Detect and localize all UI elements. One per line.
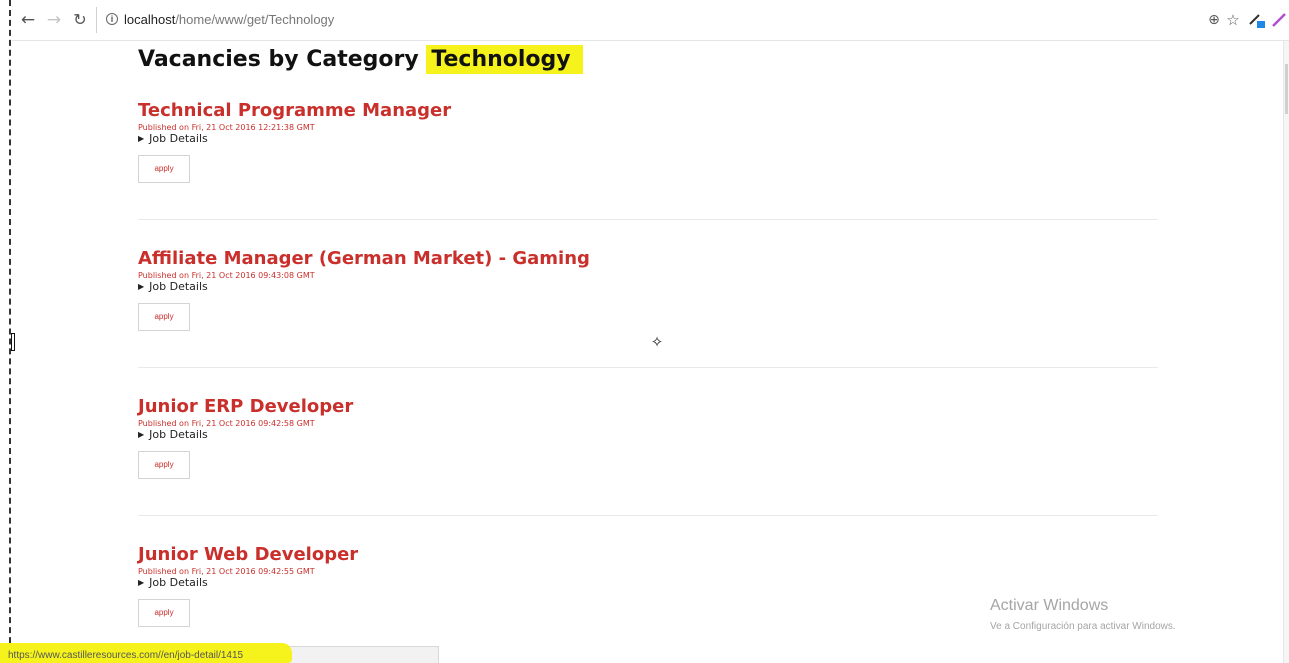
text-caret	[11, 333, 15, 351]
job-details-label: Job Details	[149, 280, 208, 293]
pen-icon-graphic	[1249, 14, 1265, 28]
url-host: localhost	[124, 12, 176, 27]
published-date: Published on Fri, 21 Oct 2016 12:21:38 G…	[138, 123, 315, 132]
brush-icon-graphic	[1272, 13, 1286, 27]
job-title-link[interactable]: Affiliate Manager (German Market) - Gami…	[138, 248, 1158, 270]
page-title-category: Technology	[426, 45, 583, 74]
vacancy-divider	[138, 515, 1158, 516]
move-cursor-icon: ✧	[650, 333, 664, 351]
scrollbar-track[interactable]	[1283, 41, 1289, 663]
published-date: Published on Fri, 21 Oct 2016 09:42:58 G…	[138, 419, 315, 428]
scrollbar-thumb[interactable]	[1285, 64, 1288, 114]
toolbar-divider	[12, 40, 1289, 41]
windows-activation-watermark: Activar Windows Ve a Configuración para …	[990, 596, 1176, 634]
job-details-toggle[interactable]: ▶ Job Details	[138, 429, 1158, 441]
back-arrow-icon[interactable]: ←	[18, 10, 38, 30]
apply-button[interactable]: apply	[138, 599, 190, 627]
selection-edge	[9, 0, 11, 663]
job-details-toggle[interactable]: ▶ Job Details	[138, 577, 1158, 589]
apply-button[interactable]: apply	[138, 451, 190, 479]
job-details-label: Job Details	[149, 576, 208, 589]
job-details-toggle[interactable]: ▶ Job Details	[138, 133, 1158, 145]
expand-triangle-icon: ▶	[138, 134, 145, 143]
job-title-link[interactable]: Junior Web Developer	[138, 544, 1158, 566]
job-details-label: Job Details	[149, 428, 208, 441]
browser-window: ← → ↻ i localhost/home/www/get/Technolog…	[0, 0, 1289, 663]
vacancy-item: Affiliate Manager (German Market) - Gami…	[138, 248, 1158, 331]
url-path: /home/www/get/Technology	[175, 12, 335, 27]
zoom-icon[interactable]: ⊕	[1206, 10, 1222, 30]
vacancy-divider	[138, 367, 1158, 368]
expand-triangle-icon: ▶	[138, 578, 145, 587]
watermark-title: Activar Windows	[990, 597, 1109, 614]
status-url: https://www.castilleresources.com//en/jo…	[8, 650, 244, 661]
apply-button[interactable]: apply	[138, 303, 190, 331]
watermark-subtitle: Ve a Configuración para activar Windows.	[990, 621, 1176, 632]
address-bar[interactable]: i localhost/home/www/get/Technology	[96, 7, 1203, 33]
reload-icon[interactable]: ↻	[70, 10, 90, 30]
vacancy-divider	[138, 219, 1158, 220]
vacancy-item: Junior ERP Developer Published on Fri, 2…	[138, 396, 1158, 479]
job-title-link[interactable]: Junior ERP Developer	[138, 396, 1158, 418]
vacancy-item: Technical Programme Manager Published on…	[138, 100, 1158, 183]
apply-button[interactable]: apply	[138, 155, 190, 183]
job-title-link[interactable]: Technical Programme Manager	[138, 100, 1158, 122]
published-date: Published on Fri, 21 Oct 2016 09:42:55 G…	[138, 567, 315, 576]
published-date: Published on Fri, 21 Oct 2016 09:43:08 G…	[138, 271, 315, 280]
browser-toolbar: ← → ↻ i localhost/home/www/get/Technolog…	[12, 0, 1289, 40]
info-icon[interactable]: i	[106, 13, 118, 25]
job-details-toggle[interactable]: ▶ Job Details	[138, 281, 1158, 293]
pen-icon[interactable]	[1246, 10, 1268, 36]
url-text[interactable]: localhost/home/www/get/Technology	[124, 11, 334, 29]
job-details-label: Job Details	[149, 132, 208, 145]
expand-triangle-icon: ▶	[138, 430, 145, 439]
expand-triangle-icon: ▶	[138, 282, 145, 291]
page-title: Vacancies by Category Technology	[138, 44, 583, 76]
page-title-prefix: Vacancies by Category	[138, 47, 419, 72]
forward-arrow-icon[interactable]: →	[44, 10, 64, 30]
star-icon[interactable]: ☆	[1224, 10, 1242, 30]
brush-icon[interactable]	[1270, 10, 1288, 36]
